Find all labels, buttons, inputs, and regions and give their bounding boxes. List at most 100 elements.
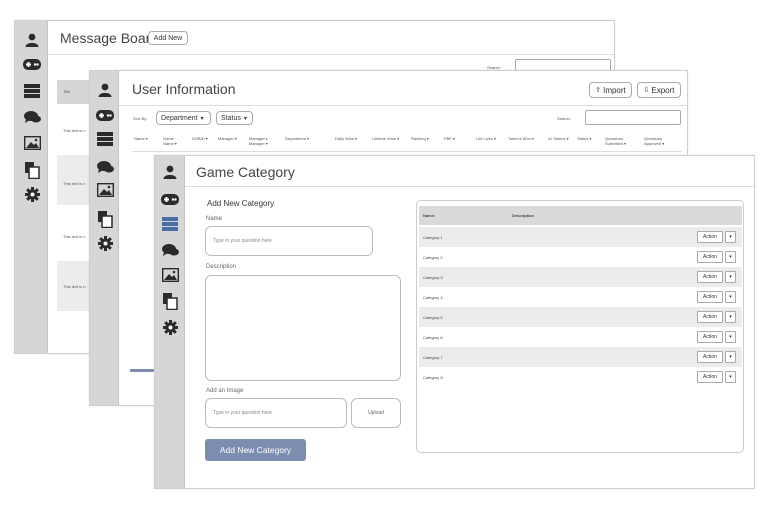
description-textarea[interactable] [205,275,401,381]
game-category-window: Game Category Add New Category Name Type… [154,155,755,489]
list-icon[interactable] [96,131,114,147]
department-select[interactable]: Department ▾ [156,111,211,125]
action-button[interactable]: Action [697,231,723,243]
page-title: Message Board [60,30,159,46]
table-header [419,206,742,225]
column-header: Manager's Manager ▾ [249,136,268,146]
action-button[interactable]: Action [697,331,723,343]
action-label: Action [703,314,717,320]
gear-icon[interactable] [161,318,179,336]
documents-icon[interactable] [96,210,114,228]
category-name: Category 2 [423,255,443,260]
action-label: Action [703,294,717,300]
table-row: Category 2 Action ▾ [419,247,742,267]
page-title: Game Category [196,164,295,180]
gamepad-icon[interactable] [95,108,115,122]
image-label: Add an Image [206,388,244,394]
user-icon[interactable] [23,31,41,49]
column-header: Lifetime Wins ▾ [372,136,400,141]
column-header: Token's Won ▾ [508,136,534,141]
documents-icon[interactable] [23,161,41,179]
name-input[interactable]: Type in your question here [205,226,373,256]
action-dropdown-toggle[interactable]: ▾ [725,231,736,243]
action-dropdown-toggle[interactable]: ▾ [725,271,736,283]
upload-icon: ⇪ [595,87,602,94]
action-button[interactable]: Action [697,271,723,283]
action-button[interactable]: Action [697,291,723,303]
search-label: Search: [557,116,571,121]
image-icon[interactable] [96,182,114,198]
column-header: Department ▾ [285,136,310,141]
table-header-border [132,151,682,152]
status-select[interactable]: Status ▾ [216,111,253,125]
action-dropdown-toggle[interactable]: ▾ [725,331,736,343]
table-cell: This text is n [63,234,86,239]
image-input[interactable]: Type in your question here [205,398,347,428]
action-dropdown-toggle[interactable]: ▾ [725,351,736,363]
chat-icon[interactable] [23,109,41,125]
divider [48,54,614,55]
scrollbar[interactable] [130,369,154,372]
caret-down-icon: ▾ [729,234,732,240]
action-button[interactable]: Action [697,351,723,363]
action-dropdown-toggle[interactable]: ▾ [725,291,736,303]
gamepad-icon[interactable] [22,57,42,71]
table-row: Category 6 Action ▾ [419,327,742,347]
upload-button[interactable]: Upload [351,398,401,428]
category-name: Category 3 [423,275,443,280]
user-icon[interactable] [96,81,114,99]
action-button[interactable]: Action [697,371,723,383]
caret-down-icon: ▾ [729,274,732,280]
game-category-sidebar [155,156,185,488]
export-button[interactable]: ⇩ Export [637,82,681,98]
name-input-placeholder: Type in your question here [213,238,272,244]
category-name: Category 8 [423,375,443,380]
caret-down-icon: ▾ [729,294,732,300]
table-row: Category 7 Action ▾ [419,347,742,367]
caret-down-icon: ▾ [729,374,732,380]
description-label: Description [206,264,237,270]
action-button[interactable]: Action [697,251,723,263]
status-select-value: Status [221,114,241,122]
table-cell: This text is n [63,284,86,289]
list-icon[interactable] [23,83,41,99]
action-dropdown-toggle[interactable]: ▾ [725,251,736,263]
search-input[interactable] [585,110,681,125]
column-header: Ranking ▾ [411,136,429,141]
caret-down-icon: ▾ [729,354,732,360]
sort-by-label: Sort By: [133,116,148,121]
add-new-button[interactable]: Add New [148,31,188,45]
chat-icon[interactable] [96,159,114,175]
action-dropdown-toggle[interactable]: ▾ [725,311,736,323]
message-board-sidebar [15,21,48,353]
chat-icon[interactable] [161,242,179,258]
column-header-description: Description [512,213,535,218]
column-header: Game Name ▾ [163,136,177,146]
add-new-category-button[interactable]: Add New Category [205,439,306,461]
category-name: Category 4 [423,295,443,300]
gamepad-icon[interactable] [160,192,180,206]
table-cell: This text is n [63,128,86,133]
image-icon[interactable] [23,135,41,151]
list-icon[interactable] [161,216,179,232]
gear-icon[interactable] [23,185,41,203]
action-label: Action [703,354,717,360]
action-label: Action [703,234,717,240]
action-dropdown-toggle[interactable]: ▾ [725,371,736,383]
user-icon[interactable] [161,163,179,181]
department-select-value: Department [161,114,198,122]
divider [119,105,687,106]
category-name: Category 5 [423,315,443,320]
upload-button-label: Upload [368,410,384,416]
caret-down-icon: ▾ [729,314,732,320]
page-title: User Information [132,81,236,97]
gear-icon[interactable] [96,234,114,252]
import-button[interactable]: ⇪ Import [589,82,632,98]
action-button[interactable]: Action [697,311,723,323]
column-header: Questions Approved ▾ [644,136,665,146]
image-icon[interactable] [161,267,179,283]
column-header-name: Name: [423,213,436,218]
column-header: AI Tokens ▾ [548,136,569,141]
documents-icon[interactable] [161,292,179,310]
action-label: Action [703,274,717,280]
